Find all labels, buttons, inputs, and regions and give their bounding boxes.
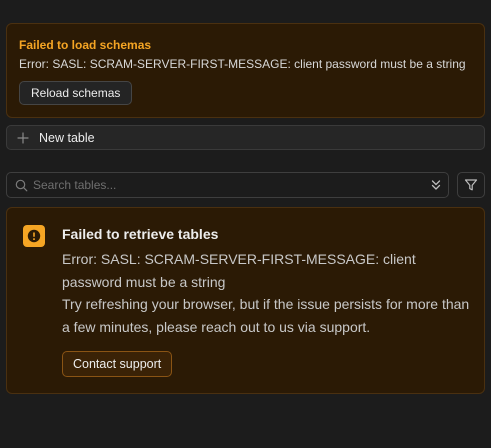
table-editor-sidebar: Failed to load schemas Error: SASL: SCRA… <box>0 0 491 448</box>
search-icon <box>15 179 28 192</box>
contact-support-button[interactable]: Contact support <box>62 351 173 377</box>
reload-schemas-button[interactable]: Reload schemas <box>19 81 133 105</box>
table-search-row <box>6 172 485 198</box>
new-table-button[interactable]: New table <box>6 125 485 150</box>
tables-error-alert: Failed to retrieve tables Error: SASL: S… <box>6 207 485 394</box>
filter-button[interactable] <box>457 172 485 198</box>
schema-error-message: Error: SASL: SCRAM-SERVER-FIRST-MESSAGE:… <box>19 57 466 71</box>
filter-icon <box>464 178 478 192</box>
search-box <box>6 172 449 198</box>
plus-icon <box>17 131 29 144</box>
new-table-label: New table <box>39 130 95 145</box>
chevrons-up-down-icon[interactable] <box>429 178 443 192</box>
tables-error-hint: Try refreshing your browser, but if the … <box>62 296 470 335</box>
warning-circle-icon <box>23 225 45 247</box>
schema-error-alert: Failed to load schemas Error: SASL: SCRA… <box>6 23 485 118</box>
tables-error-title: Failed to retrieve tables <box>62 226 219 242</box>
schema-error-title: Failed to load schemas <box>19 38 152 52</box>
tables-error-body: Error: SASL: SCRAM-SERVER-FIRST-MESSAGE:… <box>62 248 476 338</box>
tables-error-message: Error: SASL: SCRAM-SERVER-FIRST-MESSAGE:… <box>62 251 416 290</box>
search-tables-input[interactable] <box>33 173 423 197</box>
